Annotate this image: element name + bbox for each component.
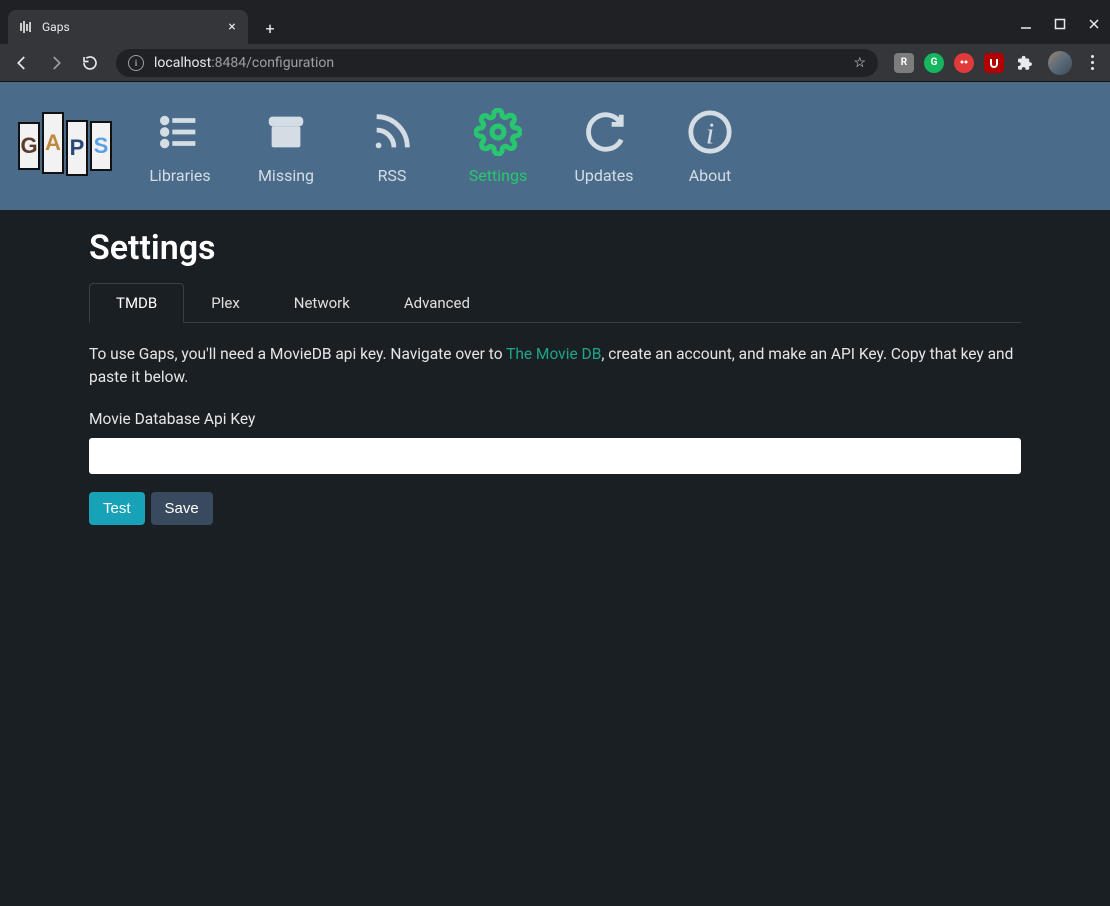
refresh-icon xyxy=(580,108,628,156)
tab-close-icon[interactable]: × xyxy=(224,19,240,35)
browser-tabstrip: Gaps × + xyxy=(0,8,1110,44)
extension-icon[interactable] xyxy=(984,53,1004,73)
url-path: :8484/configuration xyxy=(211,55,334,71)
tmdb-link[interactable]: The Movie DB xyxy=(506,345,601,363)
gaps-logo[interactable]: GAPS xyxy=(18,114,118,178)
app-header: GAPS Libraries Missing RSS xyxy=(0,82,1110,210)
maximize-icon[interactable] xyxy=(1050,18,1070,34)
archive-icon xyxy=(262,108,310,156)
nav-label: About xyxy=(689,166,732,185)
tab-plex[interactable]: Plex xyxy=(184,283,267,323)
tab-title: Gaps xyxy=(42,20,70,34)
page-viewport: GAPS Libraries Missing RSS xyxy=(0,82,1110,906)
profile-avatar[interactable] xyxy=(1048,51,1072,75)
nav-libraries[interactable]: Libraries xyxy=(142,108,218,185)
browser-toolbar: i localhost:8484/configuration ☆ R G xyxy=(0,44,1110,82)
nav-label: Updates xyxy=(574,166,633,185)
gear-icon xyxy=(474,108,522,156)
new-tab-button[interactable]: + xyxy=(256,14,284,42)
save-button[interactable]: Save xyxy=(151,492,213,525)
url-host: localhost xyxy=(154,55,211,71)
nav-label: Libraries xyxy=(149,166,210,185)
extension-icon[interactable] xyxy=(954,53,974,73)
site-info-icon[interactable]: i xyxy=(128,55,144,71)
address-bar[interactable]: i localhost:8484/configuration ☆ xyxy=(116,49,878,77)
browser-tab[interactable]: Gaps × xyxy=(8,10,248,44)
desc-prefix: To use Gaps, you'll need a MovieDB api k… xyxy=(89,345,506,363)
tab-tmdb[interactable]: TMDB xyxy=(89,283,184,323)
os-titlebar xyxy=(0,0,1110,8)
settings-tabs: TMDB Plex Network Advanced xyxy=(89,282,1021,323)
nav-label: RSS xyxy=(378,166,407,185)
nav-about[interactable]: i About xyxy=(672,108,748,185)
nav-settings[interactable]: Settings xyxy=(460,108,536,185)
tab-network[interactable]: Network xyxy=(267,283,377,323)
page-title: Settings xyxy=(89,228,1021,268)
svg-text:i: i xyxy=(706,116,715,150)
nav-rss[interactable]: RSS xyxy=(354,108,430,185)
tmdb-description: To use Gaps, you'll need a MovieDB api k… xyxy=(89,343,1021,390)
minimize-icon[interactable] xyxy=(1016,18,1036,34)
extensions-puzzle-icon[interactable] xyxy=(1014,53,1034,73)
nav-updates[interactable]: Updates xyxy=(566,108,642,185)
nav-missing[interactable]: Missing xyxy=(248,108,324,185)
extension-icon[interactable]: G xyxy=(924,53,944,73)
api-key-input[interactable] xyxy=(89,438,1021,474)
nav-label: Settings xyxy=(469,166,527,185)
tab-favicon-icon xyxy=(18,19,34,35)
window-controls xyxy=(1016,8,1104,44)
back-button[interactable] xyxy=(8,49,36,77)
nav-label: Missing xyxy=(258,166,314,185)
tab-advanced[interactable]: Advanced xyxy=(377,283,497,323)
tab-content-tmdb: To use Gaps, you'll need a MovieDB api k… xyxy=(89,323,1021,525)
extension-icon[interactable]: R xyxy=(894,53,914,73)
main-container: Settings TMDB Plex Network Advanced To u… xyxy=(89,210,1021,565)
close-window-icon[interactable] xyxy=(1084,18,1104,34)
rss-icon xyxy=(368,108,416,156)
test-button[interactable]: Test xyxy=(89,492,145,525)
api-key-label: Movie Database Api Key xyxy=(89,410,1021,428)
info-icon: i xyxy=(686,108,734,156)
forward-button[interactable] xyxy=(42,49,70,77)
extension-icons: R G xyxy=(890,53,1038,73)
reload-button[interactable] xyxy=(76,49,104,77)
browser-menu-icon[interactable] xyxy=(1082,51,1102,74)
list-icon xyxy=(156,108,204,156)
bookmark-star-icon[interactable]: ☆ xyxy=(853,55,866,71)
